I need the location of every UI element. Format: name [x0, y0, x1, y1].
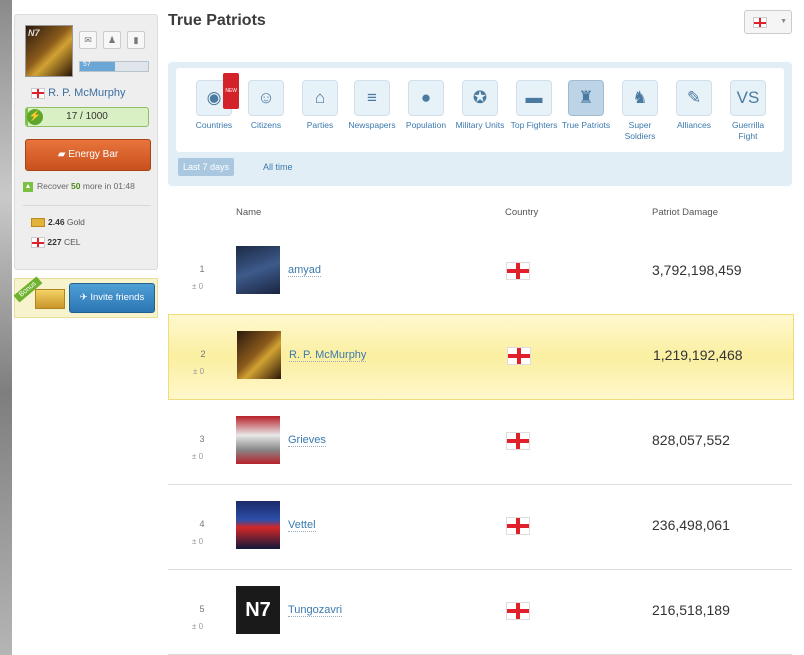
category-parties[interactable]: ⌂ Parties [292, 80, 348, 131]
patriot-damage: 3,792,198,459 [652, 262, 742, 278]
rank-change: ± 0 [192, 537, 204, 546]
energy-value: 17 / 1000 [66, 111, 108, 122]
category-countries[interactable]: ◉ NEW Countries [186, 73, 242, 131]
username-link[interactable]: R. P. McMurphy [31, 87, 126, 99]
patriot-damage: 828,057,552 [652, 432, 730, 448]
rank-change: ± 0 [192, 622, 204, 631]
player-name-link[interactable]: R. P. McMurphy [289, 349, 367, 362]
guerrilla-icon: VS [730, 80, 766, 116]
tab-all-time[interactable]: All time [258, 158, 298, 176]
soldier-icon: ♞ [622, 80, 658, 116]
rank-change: ± 0 [192, 282, 204, 291]
military-units-icon: ✪ [462, 80, 498, 116]
gold-icon [31, 218, 45, 228]
georgia-flag-icon[interactable] [506, 432, 530, 450]
user-sidebar: N7 ✉ ♟ ▮ 57 R. P. McMurphy ⚡ 17 / 1000 ▰… [14, 14, 158, 270]
new-badge: NEW [223, 73, 239, 109]
country-selector[interactable]: ▼ [744, 10, 792, 34]
message-icon[interactable]: ✉ [79, 31, 97, 49]
energy-bar-button[interactable]: ▰ Energy Bar [25, 139, 151, 171]
georgia-flag-icon[interactable] [506, 262, 530, 280]
divider [23, 205, 151, 206]
stats-icon[interactable]: ▮ [127, 31, 145, 49]
recover-info: ▲ Recover 50 more in 01:48 [23, 181, 135, 192]
patriot-damage: 1,219,192,468 [653, 347, 743, 363]
alliances-icon: ✎ [676, 80, 712, 116]
avatar[interactable]: N7 [25, 25, 73, 77]
tab-last-7-days[interactable]: Last 7 days [178, 158, 235, 176]
newspaper-icon: ≡ [354, 80, 390, 116]
invite-friends-button[interactable]: ✈ Invite friends [69, 283, 155, 313]
population-icon: ● [408, 80, 444, 116]
energy-bar-icon: ▰ [57, 149, 66, 160]
player-avatar[interactable] [236, 501, 280, 549]
player-name-link[interactable]: Tungozavri [288, 604, 343, 617]
category-citizens[interactable]: ☺ Citizens [238, 80, 294, 131]
table-row: 1 ± 0 amyad 3,792,198,459 [168, 230, 792, 315]
tank-icon: ▬ [516, 80, 552, 116]
georgia-flag-icon[interactable] [506, 602, 530, 620]
georgia-flag-icon[interactable] [507, 347, 531, 365]
player-avatar[interactable] [236, 246, 280, 294]
georgia-flag-icon [31, 87, 45, 99]
category-alliances[interactable]: ✎ Alliances [666, 80, 722, 131]
table-row: 4 ± 0 Vettel 236,498,061 [168, 485, 792, 570]
rank-change: ± 0 [192, 452, 204, 461]
citizens-icon: ☺ [248, 80, 284, 116]
rank: 1 [199, 264, 205, 274]
georgia-flag-icon [31, 237, 45, 249]
patriot-damage: 216,518,189 [652, 602, 730, 618]
cel-balance: 227 CEL [31, 237, 80, 249]
player-avatar[interactable] [237, 331, 281, 379]
n7-logo: N7 [28, 28, 40, 38]
player-name-link[interactable]: Vettel [288, 519, 316, 532]
player-avatar[interactable]: N7 [236, 586, 280, 634]
georgia-flag-icon [753, 17, 767, 28]
category-guerrilla-fight[interactable]: VS Guerrilla Fight [720, 80, 776, 142]
table-row-highlighted: 2 ± 0 R. P. McMurphy 1,219,192,468 [168, 314, 794, 400]
player-name-link[interactable]: amyad [288, 264, 322, 277]
bonus-box: Bonus ✈ Invite friends [13, 276, 158, 318]
rank: 2 [200, 349, 206, 359]
table-row: 5 ± 0 N7 Tungozavri 216,518,189 [168, 570, 792, 655]
player-name-link[interactable]: Grieves [288, 434, 326, 447]
background-strip [0, 0, 12, 655]
xp-bar: 57 [79, 61, 149, 72]
category-true-patriots[interactable]: ♜ True Patriots [558, 80, 614, 131]
player-avatar[interactable] [236, 416, 280, 464]
gold-bars-icon [35, 289, 65, 309]
invite-label: Invite friends [90, 292, 145, 303]
recover-icon: ▲ [23, 181, 33, 192]
georgia-flag-icon[interactable] [506, 517, 530, 535]
category-list: ◉ NEW Countries ☺ Citizens ⌂ Parties ≡ Newspa… [176, 68, 784, 152]
page-title: True Patriots [168, 12, 266, 29]
energy-bar-label: Energy Bar [68, 149, 119, 160]
header-name: Name [236, 207, 262, 218]
plane-icon: ✈ [79, 292, 88, 303]
category-newspapers[interactable]: ≡ Newspapers [344, 80, 400, 131]
rank: 3 [199, 434, 205, 444]
patriot-damage: 236,498,061 [652, 517, 730, 533]
username[interactable]: R. P. McMurphy [48, 87, 125, 99]
rank: 4 [199, 519, 205, 529]
gold-balance: 2.46 Gold [31, 217, 85, 228]
alert-icon[interactable]: ♟ [103, 31, 121, 49]
category-military-units[interactable]: ✪ Military Units [452, 80, 508, 131]
parties-icon: ⌂ [302, 80, 338, 116]
globe-icon: ◉ NEW [196, 73, 239, 116]
rank: 5 [199, 604, 205, 614]
header-damage: Patriot Damage [652, 207, 719, 218]
category-super-soldiers[interactable]: ♞ Super Soldiers [612, 80, 668, 142]
xp-label: 57 [83, 61, 91, 68]
header-country: Country [505, 207, 539, 218]
patriots-icon: ♜ [568, 80, 604, 116]
category-top-fighters[interactable]: ▬ Top Fighters [506, 80, 562, 131]
category-population[interactable]: ● Population [398, 80, 454, 131]
chevron-down-icon: ▼ [780, 18, 787, 25]
rank-change: ± 0 [193, 367, 205, 376]
table-row: 3 ± 0 Grieves 828,057,552 [168, 400, 792, 485]
energy-meter: ⚡ 17 / 1000 [25, 107, 149, 127]
